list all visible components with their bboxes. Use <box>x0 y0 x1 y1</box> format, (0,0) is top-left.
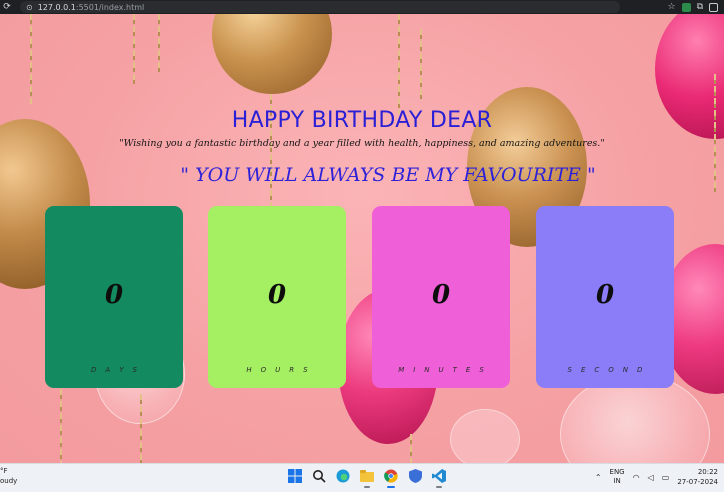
wifi-icon[interactable]: ◠ <box>633 473 640 482</box>
ribbon-decoration <box>398 14 400 114</box>
clock-time: 20:22 <box>697 468 718 476</box>
battery-icon[interactable]: ▭ <box>662 473 670 482</box>
ribbon-decoration <box>140 394 142 463</box>
ribbon-decoration <box>30 14 32 104</box>
language-indicator[interactable]: ENG IN <box>610 468 625 486</box>
weather-temp: °F <box>0 467 8 475</box>
chevron-up-icon[interactable]: ⌃ <box>595 473 602 482</box>
countdown-minutes-card: 0 MINUTES <box>372 206 510 388</box>
sidepanel-icon[interactable] <box>709 2 718 12</box>
windows-start-icon[interactable] <box>287 468 303 484</box>
favourite-quote: " YOU WILL ALWAYS BE MY FAVOURITE " <box>180 164 596 186</box>
countdown-second-card: 0 SECOND <box>536 206 674 388</box>
ribbon-decoration <box>420 29 422 99</box>
second-label: SECOND <box>567 366 652 374</box>
ribbon-decoration <box>60 389 62 463</box>
clock[interactable]: 20:22 27-07-2024 <box>677 467 718 487</box>
vscode-icon[interactable] <box>431 468 447 488</box>
security-shield-icon[interactable] <box>407 468 423 484</box>
minutes-value: 0 <box>431 280 451 310</box>
hours-label: HOURS <box>246 366 317 374</box>
weather-widget[interactable]: °F oudy <box>0 466 17 486</box>
browser-toolbar: ⟳ ⊙ 127.0.0.1:5501/index.html ☆ ⧉ <box>0 0 724 14</box>
taskbar: °F oudy ⌃ ENG IN ◠ ◁ ▭ 20:22 27-07-2024 <box>0 463 724 492</box>
reload-icon[interactable]: ⟳ <box>0 0 14 14</box>
chrome-icon[interactable] <box>383 468 399 488</box>
ribbon-decoration <box>133 14 135 84</box>
balloon-image <box>212 14 332 94</box>
weather-text: oudy <box>0 477 18 485</box>
ribbon-decoration <box>410 434 412 463</box>
edge-browser-icon[interactable] <box>335 468 351 484</box>
system-tray: ⌃ ENG IN ◠ ◁ ▭ 20:22 27-07-2024 <box>595 467 718 487</box>
second-value: 0 <box>595 280 615 310</box>
ribbon-decoration <box>158 14 160 74</box>
birthday-message: "Wishing you a fantastic birthday and a … <box>119 138 605 149</box>
taskbar-apps <box>287 468 447 488</box>
volume-icon[interactable]: ◁ <box>648 473 654 482</box>
countdown-days-card: 0 DAYS <box>45 206 183 388</box>
extensions-puzzle-icon[interactable]: ⧉ <box>697 2 703 12</box>
url-text: 127.0.0.1:5501/index.html <box>37 2 145 12</box>
days-value: 0 <box>104 280 124 310</box>
hours-value: 0 <box>267 280 287 310</box>
clock-date: 27-07-2024 <box>677 478 718 486</box>
file-explorer-icon[interactable] <box>359 468 375 488</box>
extension-icon[interactable] <box>681 2 691 12</box>
page-title: HAPPY BIRTHDAY DEAR <box>231 108 493 133</box>
bookmark-star-icon[interactable]: ☆ <box>667 2 675 12</box>
minutes-label: MINUTES <box>398 366 493 374</box>
days-label: DAYS <box>91 366 146 374</box>
search-icon[interactable] <box>311 468 327 484</box>
address-bar[interactable]: ⊙ 127.0.0.1:5501/index.html <box>20 1 620 13</box>
countdown-hours-card: 0 HOURS <box>208 206 346 388</box>
site-info-icon[interactable]: ⊙ <box>26 3 33 12</box>
balloon-image <box>450 409 520 463</box>
